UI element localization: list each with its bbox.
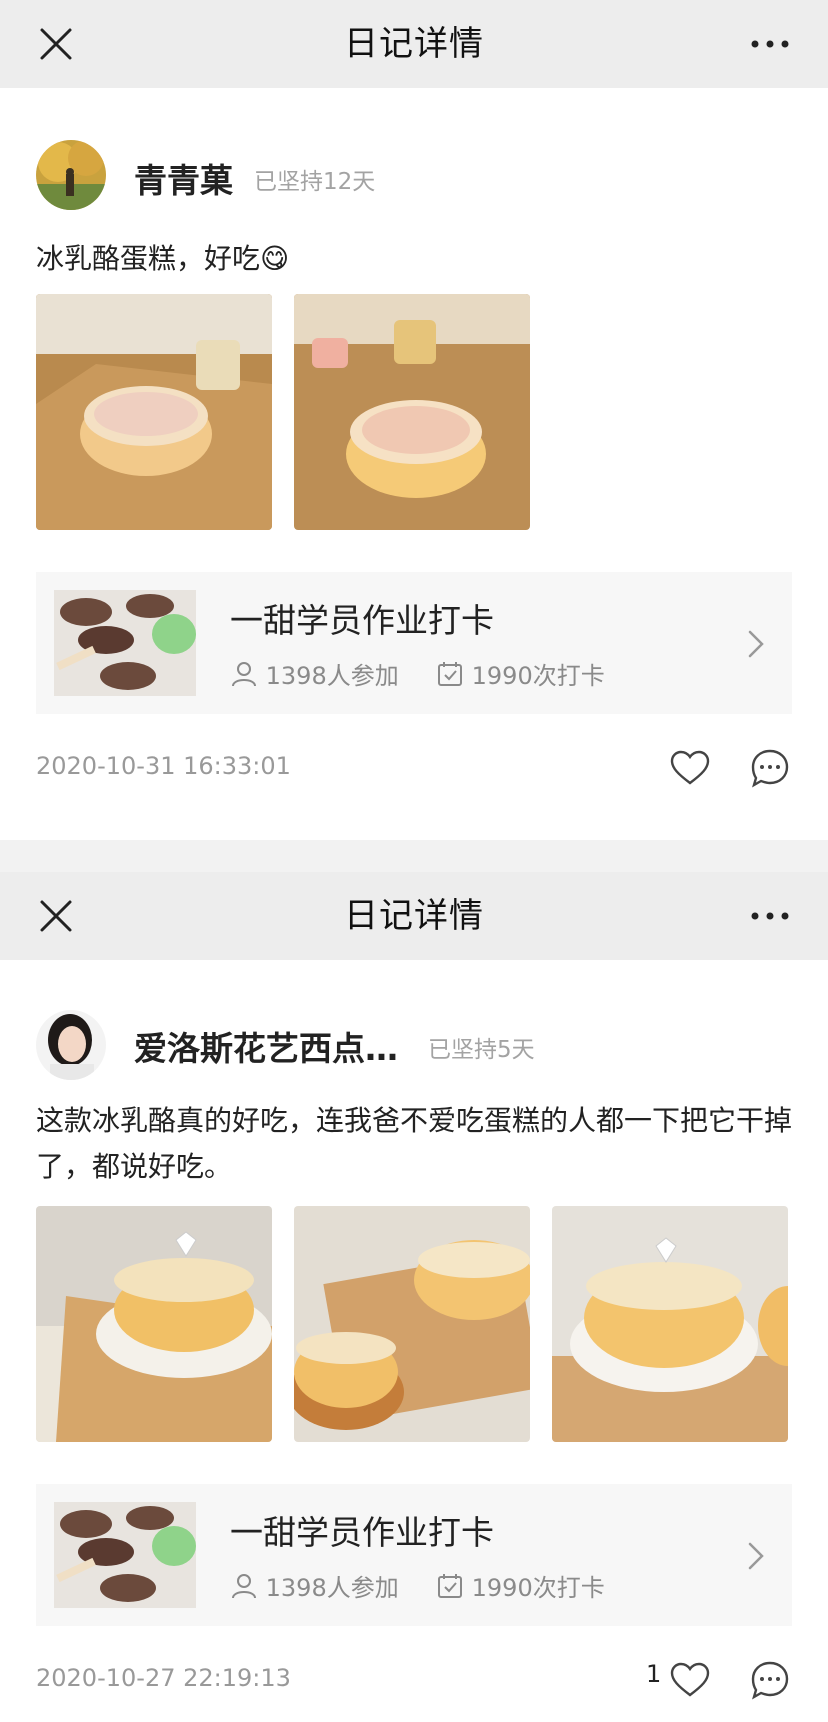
activity-thumbnail: [54, 590, 196, 696]
post-photo[interactable]: [552, 1206, 788, 1442]
avatar[interactable]: [36, 1010, 106, 1080]
post-photo[interactable]: [294, 1206, 530, 1442]
post-timestamp: 2020-10-27 22:19:13: [36, 1664, 291, 1692]
activity-thumbnail: [54, 1502, 196, 1608]
activity-card[interactable]: 一甜学员作业打卡 1398人参加 1990次打卡: [36, 572, 792, 714]
chevron-right-icon: [748, 1542, 764, 1570]
post-photo[interactable]: [36, 294, 272, 530]
user-icon: [232, 1573, 256, 1598]
post-photo[interactable]: [36, 1206, 272, 1442]
activity-stats: 1398人参加 1990次打卡: [230, 1568, 605, 1603]
checkins-count: 1990次打卡: [471, 662, 605, 690]
post-timestamp: 2020-10-31 16:33:01: [36, 752, 291, 780]
comment-icon[interactable]: [750, 1660, 790, 1700]
user-icon: [232, 661, 256, 686]
participants-count: 1398人参加: [265, 1574, 399, 1602]
post-text: 冰乳酪蛋糕，好吃😋: [36, 242, 290, 275]
username[interactable]: 青青菓: [134, 154, 233, 202]
chevron-right-icon: [748, 630, 764, 658]
checkins-count: 1990次打卡: [471, 1574, 605, 1602]
calendar-check-icon: [438, 1573, 462, 1598]
post-photo[interactable]: [294, 294, 530, 530]
top-bar: 日记详情: [0, 0, 828, 88]
comment-icon[interactable]: [750, 748, 790, 788]
top-bar: 日记详情: [0, 872, 828, 960]
post-text: 这款冰乳酪真的好吃，连我爸不爱吃蛋糕的人都一下把它干掉了，都说好吃。: [36, 1104, 793, 1183]
diary-post: 青青菓 已坚持12天 冰乳酪蛋糕，好吃😋 一甜学员作业打卡 1398人参加 19…: [0, 88, 828, 840]
heart-icon[interactable]: [670, 1662, 710, 1698]
calendar-check-icon: [438, 661, 462, 686]
activity-title: 一甜学员作业打卡: [230, 601, 494, 640]
avatar[interactable]: [36, 140, 106, 210]
screen-divider: [0, 840, 828, 872]
like-count: 1: [646, 1660, 662, 1688]
page-title: 日记详情: [344, 896, 484, 936]
persist-days: 已坚持5天: [428, 1037, 535, 1063]
activity-stats: 1398人参加 1990次打卡: [230, 656, 605, 691]
page-title: 日记详情: [344, 24, 484, 64]
more-dots-icon[interactable]: [748, 28, 792, 60]
activity-title: 一甜学员作业打卡: [230, 1513, 494, 1552]
diary-post: 爱洛斯花艺西点… 已坚持5天 这款冰乳酪真的好吃，连我爸不爱吃蛋糕的人都一下把它…: [0, 960, 828, 1722]
participants-count: 1398人参加: [265, 662, 399, 690]
persist-days: 已坚持12天: [254, 169, 376, 195]
heart-icon[interactable]: [670, 750, 710, 786]
activity-card[interactable]: 一甜学员作业打卡 1398人参加 1990次打卡: [36, 1484, 792, 1626]
more-dots-icon[interactable]: [748, 900, 792, 932]
username[interactable]: 爱洛斯花艺西点…: [134, 1022, 398, 1070]
